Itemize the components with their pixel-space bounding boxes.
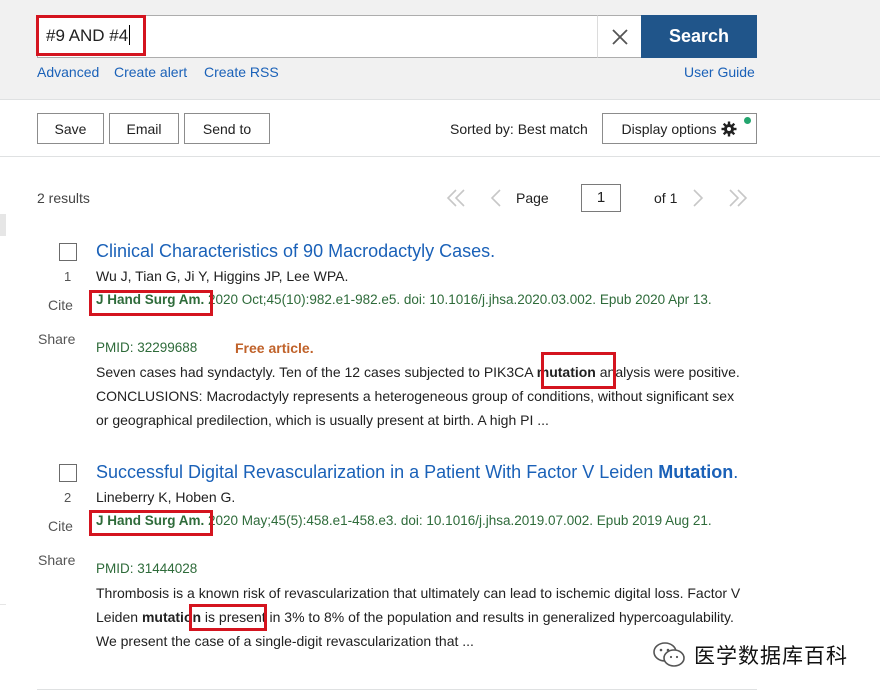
snippet-text: Seven cases had syndactyly. Ten of the 1… [96,364,537,380]
page-label: Page [516,190,549,206]
title-highlight: Mutation [658,462,734,482]
chevron-left-icon [490,189,501,207]
last-page-button[interactable] [726,186,750,210]
search-button[interactable]: Search [641,15,757,58]
free-article-badge: Free article. [235,340,314,356]
result-snippet: Thrombosis is a known risk of revascular… [96,581,746,653]
citation-details: 2020 May;45(5):458.e1-458.e3. doi: 10.10… [204,513,712,528]
result-authors: Wu J, Tian G, Ji Y, Higgins JP, Lee WPA. [96,268,349,284]
next-page-button[interactable] [688,186,708,210]
result-number: 1 [64,269,72,284]
results-count: 2 results [37,190,90,206]
watermark: 医学数据库百科 [652,640,848,670]
double-chevron-left-icon [446,189,465,207]
clear-search-button[interactable] [597,15,641,58]
create-alert-link[interactable]: Create alert [114,64,187,80]
close-icon [611,28,628,45]
first-page-button[interactable] [444,186,468,210]
save-button[interactable]: Save [37,113,104,144]
title-text: Successful Digital Revascularization in … [96,462,659,482]
cite-link[interactable]: Cite [48,518,73,534]
gear-icon [721,121,737,136]
create-rss-link[interactable]: Create RSS [204,64,279,80]
wechat-icon [653,642,685,667]
email-button[interactable]: Email [109,113,179,144]
result-number: 2 [64,490,72,505]
title-text-end: . [733,462,739,482]
result-snippet: Seven cases had syndactyly. Ten of the 1… [96,360,746,432]
sort-label: Sorted by: Best match [450,121,588,137]
double-chevron-right-icon [729,189,748,207]
result-pmid: PMID: 31444028 [96,561,198,576]
advanced-link[interactable]: Advanced [37,64,99,80]
chevron-right-icon [693,189,704,207]
result-checkbox[interactable] [59,243,77,261]
result-pmid: PMID: 32299688 [96,340,198,355]
watermark-text: 医学数据库百科 [694,644,848,668]
results-toolbar: Save Email Send to Sorted by: Best match… [0,101,880,157]
journal-name: J Hand Surg Am. [96,513,205,528]
search-input[interactable]: #9 AND #4 [46,25,131,46]
cite-link[interactable]: Cite [48,297,73,313]
snippet-highlight: mutation [536,364,596,380]
display-options-button[interactable]: Display options [602,113,757,144]
result-checkbox[interactable] [59,464,77,482]
previous-page-button[interactable] [486,186,506,210]
page-number-input[interactable]: 1 [581,184,621,212]
text-caret [129,25,131,45]
result-citation: J Hand Surg Am. 2020 May;45(5):458.e1-45… [96,509,746,533]
user-guide-link[interactable]: User Guide [684,64,755,80]
share-link[interactable]: Share [38,331,75,347]
share-link[interactable]: Share [38,552,75,568]
page-total: of 1 [654,190,678,206]
left-edge-marker [0,604,6,605]
status-dot [744,117,751,124]
citation-details: 2020 Oct;45(10):982.e1-982.e5. doi: 10.1… [204,292,712,307]
result-title-link[interactable]: Clinical Characteristics of 90 Macrodact… [96,241,495,262]
search-input-box[interactable]: #9 AND #4 [37,15,641,58]
result-citation: J Hand Surg Am. 2020 Oct;45(10):982.e1-9… [96,288,746,312]
search-query-text: #9 AND #4 [46,26,129,45]
send-to-button[interactable]: Send to [184,113,270,144]
snippet-highlight: mutation [141,609,202,625]
result-title-link[interactable]: Successful Digital Revascularization in … [96,462,738,483]
journal-name: J Hand Surg Am. [96,292,205,307]
left-edge-marker [0,214,6,236]
display-options-label: Display options [621,120,717,137]
divider [37,689,757,690]
result-authors: Lineberry K, Hoben G. [96,489,236,505]
